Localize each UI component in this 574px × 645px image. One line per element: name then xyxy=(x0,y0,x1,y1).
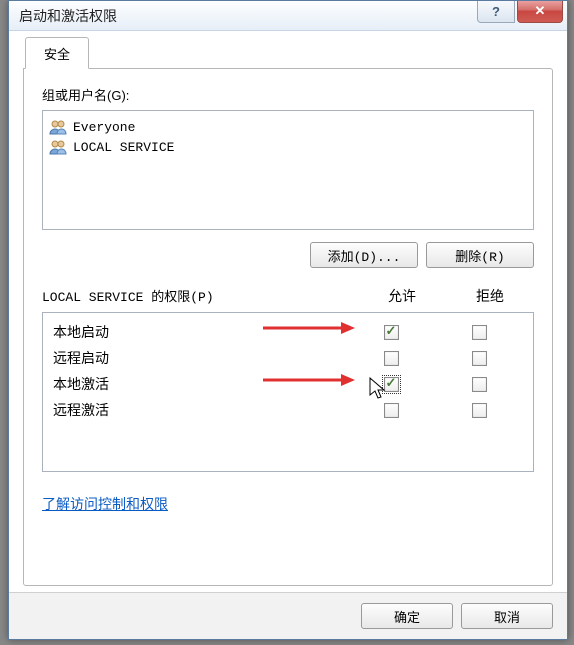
permission-label: 本地启动 xyxy=(53,322,347,342)
checkbox-deny-local-activation[interactable] xyxy=(472,377,487,392)
permission-label: 远程启动 xyxy=(53,348,347,368)
tab-security[interactable]: 安全 xyxy=(25,37,89,69)
list-item-label: Everyone xyxy=(73,120,135,135)
table-row: 远程激活 xyxy=(53,397,523,423)
column-allow: 允许 xyxy=(358,286,446,306)
list-item[interactable]: LOCAL SERVICE xyxy=(49,137,527,157)
permissions-table: 本地启动 远程启动 本地激活 xyxy=(42,312,534,472)
close-button[interactable]: ✕ xyxy=(517,1,563,23)
cancel-button[interactable]: 取消 xyxy=(461,603,553,629)
permissions-header: LOCAL SERVICE 的权限(P) 允许 拒绝 xyxy=(42,286,534,306)
permissions-block: LOCAL SERVICE 的权限(P) 允许 拒绝 本地启动 远程启动 xyxy=(42,286,534,472)
group-users-label: 组或用户名(G): xyxy=(42,85,534,104)
permission-label: 远程激活 xyxy=(53,400,347,420)
checkbox-deny-remote-activation[interactable] xyxy=(472,403,487,418)
titlebar: 启动和激活权限 ? ✕ xyxy=(9,1,567,31)
list-item[interactable]: Everyone xyxy=(49,117,527,137)
column-deny: 拒绝 xyxy=(446,286,534,306)
permissions-title: LOCAL SERVICE 的权限(P) xyxy=(42,286,358,306)
checkbox-allow-local-activation[interactable] xyxy=(384,377,399,392)
checkbox-allow-remote-launch[interactable] xyxy=(384,351,399,366)
dialog-window: 启动和激活权限 ? ✕ 安全 组或用户名(G): xyxy=(8,0,568,640)
help-button[interactable]: ? xyxy=(477,1,515,23)
table-row: 本地启动 xyxy=(53,319,523,345)
checkbox-deny-local-launch[interactable] xyxy=(472,325,487,340)
window-controls: ? ✕ xyxy=(477,1,567,23)
users-icon xyxy=(49,119,67,135)
users-icon xyxy=(49,139,67,155)
remove-button[interactable]: 删除(R) xyxy=(426,242,534,268)
checkbox-allow-remote-activation[interactable] xyxy=(384,403,399,418)
checkbox-deny-remote-launch[interactable] xyxy=(472,351,487,366)
list-item-label: LOCAL SERVICE xyxy=(73,140,174,155)
table-row: 本地激活 xyxy=(53,371,523,397)
tab-strip: 安全 xyxy=(23,37,553,69)
tabset: 安全 组或用户名(G): Everyon xyxy=(23,37,553,586)
window-title: 启动和激活权限 xyxy=(19,6,477,26)
tab-panel-security: 组或用户名(G): Everyone xyxy=(23,68,553,586)
add-button[interactable]: 添加(D)... xyxy=(310,242,418,268)
table-row: 远程启动 xyxy=(53,345,523,371)
client-area: 安全 组或用户名(G): Everyon xyxy=(9,31,567,600)
users-listbox[interactable]: Everyone LOCAL SERVICE xyxy=(42,110,534,230)
permission-label: 本地激活 xyxy=(53,374,347,394)
ok-button[interactable]: 确定 xyxy=(361,603,453,629)
checkbox-allow-local-launch[interactable] xyxy=(384,325,399,340)
learn-more-link[interactable]: 了解访问控制和权限 xyxy=(42,494,168,514)
user-buttons-row: 添加(D)... 删除(R) xyxy=(42,242,534,268)
dialog-footer: 确定 取消 xyxy=(9,592,567,639)
